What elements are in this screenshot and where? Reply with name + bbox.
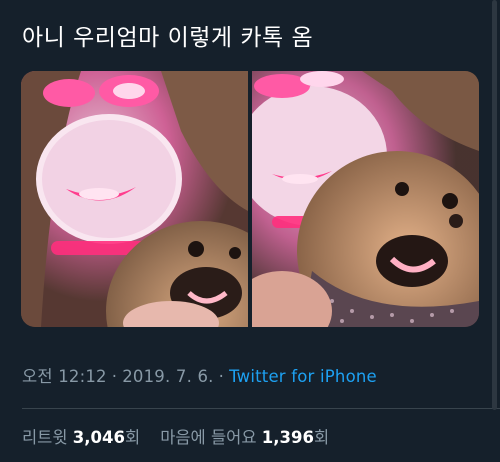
tweet-time: 오전 12:12 <box>22 367 107 386</box>
tweet-stats: 리트윗 3,046회 마음에 들어요 1,396회 <box>22 424 329 448</box>
likes-stat[interactable]: 마음에 들어요 1,396회 <box>160 428 329 447</box>
likes-count: 1,396 <box>261 428 314 447</box>
tweet-source-link[interactable]: Twitter for iPhone <box>229 367 377 386</box>
divider <box>22 408 500 409</box>
likes-label: 마음에 들어요 <box>160 428 257 447</box>
retweets-unit: 회 <box>125 428 141 447</box>
scrollbar[interactable] <box>492 0 497 410</box>
retweets-label: 리트윗 <box>22 428 68 447</box>
photo-woman-led-mask-with-dog-icon <box>21 71 248 327</box>
retweets-count: 3,046 <box>72 428 125 447</box>
tweet-text: 아니 우리엄마 이렇게 카톡 옴 <box>22 25 314 51</box>
meta-separator: · <box>218 367 225 386</box>
tweet-media[interactable] <box>21 71 479 327</box>
retweets-stat[interactable]: 리트윗 3,046회 <box>22 428 140 447</box>
tweet-date[interactable]: 2019. 7. 6. <box>122 367 213 386</box>
likes-unit: 회 <box>313 428 330 447</box>
meta-separator: · <box>111 367 118 386</box>
tweet-photo-2[interactable] <box>252 71 479 327</box>
photo-woman-led-mask-with-dog-close-icon <box>252 71 479 327</box>
tweet-meta: 오전 12:12 · 2019. 7. 6. · Twitter for iPhone <box>22 363 377 387</box>
tweet-photo-1[interactable] <box>21 71 248 327</box>
